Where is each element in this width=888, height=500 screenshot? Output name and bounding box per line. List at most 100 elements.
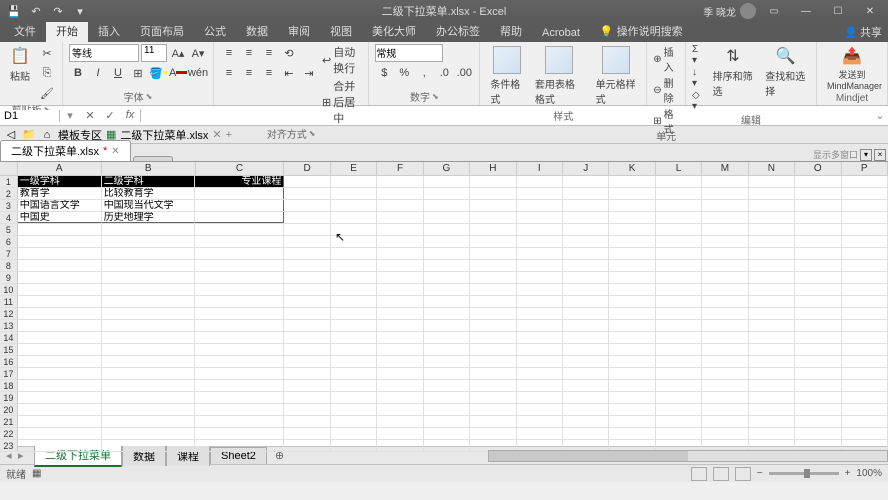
cell[interactable]: [331, 356, 377, 367]
cell[interactable]: [470, 416, 516, 427]
indent-inc-icon[interactable]: ⇥: [300, 64, 318, 82]
row-header[interactable]: 4: [0, 212, 18, 223]
phonetic-icon[interactable]: wén: [189, 64, 207, 82]
cell[interactable]: [563, 416, 609, 427]
cell[interactable]: [795, 368, 841, 379]
view-normal-icon[interactable]: [691, 467, 707, 481]
cell[interactable]: [284, 356, 330, 367]
copy-icon[interactable]: ⎘: [38, 64, 56, 82]
cell[interactable]: [424, 296, 470, 307]
cell[interactable]: [656, 368, 702, 379]
cell[interactable]: [795, 188, 841, 199]
cell[interactable]: [377, 440, 423, 451]
cell[interactable]: [470, 176, 516, 187]
cell[interactable]: [18, 284, 102, 295]
cell[interactable]: [656, 176, 702, 187]
cell[interactable]: [563, 236, 609, 247]
cell[interactable]: [18, 260, 102, 271]
cell[interactable]: [563, 428, 609, 439]
bold-icon[interactable]: B: [69, 64, 87, 82]
cell[interactable]: [795, 392, 841, 403]
cell[interactable]: [18, 248, 102, 259]
inc-decimal-icon[interactable]: .0: [435, 64, 453, 82]
workbook-tab-close-icon[interactable]: ✕: [111, 146, 119, 157]
tab-office[interactable]: 办公标签: [426, 20, 490, 42]
autosum-button[interactable]: Σ ▾: [692, 44, 705, 66]
cell[interactable]: [424, 308, 470, 319]
cell[interactable]: [609, 188, 655, 199]
cell[interactable]: [702, 284, 748, 295]
cell[interactable]: [331, 296, 377, 307]
cell[interactable]: [842, 248, 888, 259]
cell[interactable]: [102, 428, 196, 439]
cell[interactable]: [331, 200, 377, 211]
view-break-icon[interactable]: [735, 467, 751, 481]
cell[interactable]: 历史地理学: [102, 212, 196, 223]
tab-help[interactable]: 帮助: [490, 20, 532, 42]
insert-cells-button[interactable]: ⊕ 插入: [653, 44, 679, 74]
cell[interactable]: [563, 332, 609, 343]
minimize-icon[interactable]: —: [792, 2, 820, 20]
cell[interactable]: [656, 428, 702, 439]
cell[interactable]: [749, 296, 795, 307]
find-select-button[interactable]: 🔍查找和选择: [761, 44, 810, 100]
col-header-m[interactable]: M: [702, 162, 748, 175]
cell[interactable]: 中国现当代文学: [102, 200, 196, 211]
cell[interactable]: [795, 260, 841, 271]
cell[interactable]: [609, 176, 655, 187]
cell[interactable]: [842, 200, 888, 211]
cell[interactable]: [563, 404, 609, 415]
cell[interactable]: [517, 332, 563, 343]
cell[interactable]: [102, 440, 196, 451]
cell[interactable]: [517, 308, 563, 319]
number-launcher[interactable]: ⬊: [432, 92, 439, 101]
cell[interactable]: [470, 380, 516, 391]
cell[interactable]: [331, 272, 377, 283]
cell[interactable]: [702, 212, 748, 223]
dec-decimal-icon[interactable]: .00: [455, 64, 473, 82]
cell[interactable]: [702, 356, 748, 367]
close-icon[interactable]: ✕: [856, 2, 884, 20]
cell[interactable]: [331, 392, 377, 403]
cell[interactable]: [424, 428, 470, 439]
send-mindmanager-button[interactable]: 📤发送到MindManager: [823, 44, 881, 93]
cell[interactable]: [842, 308, 888, 319]
sort-filter-button[interactable]: ⇅排序和筛选: [709, 44, 758, 100]
cell[interactable]: [18, 332, 102, 343]
cell[interactable]: [331, 416, 377, 427]
row-header[interactable]: 11: [0, 296, 18, 307]
status-rec-icon[interactable]: ▦: [32, 468, 41, 479]
cell[interactable]: [470, 296, 516, 307]
align-right-icon[interactable]: ≡: [260, 64, 278, 82]
cell[interactable]: [377, 392, 423, 403]
cell[interactable]: [470, 260, 516, 271]
cell[interactable]: [284, 440, 330, 451]
cell[interactable]: 专业课程: [195, 176, 284, 187]
cell[interactable]: [424, 404, 470, 415]
cell[interactable]: [102, 380, 196, 391]
wrap-text-button[interactable]: ↩ 自动换行: [322, 44, 362, 76]
cell[interactable]: [702, 248, 748, 259]
cell[interactable]: [195, 188, 284, 199]
cell[interactable]: [331, 308, 377, 319]
cell[interactable]: [563, 200, 609, 211]
cell[interactable]: [195, 260, 284, 271]
cell[interactable]: [284, 296, 330, 307]
delete-cells-button[interactable]: ⊖ 删除: [653, 75, 679, 105]
cell[interactable]: [795, 272, 841, 283]
cell[interactable]: [609, 368, 655, 379]
col-header-e[interactable]: E: [331, 162, 377, 175]
cell[interactable]: [517, 320, 563, 331]
row-header[interactable]: 19: [0, 392, 18, 403]
format-painter-icon[interactable]: 🖌: [38, 84, 56, 102]
cell[interactable]: [377, 260, 423, 271]
cell[interactable]: [842, 416, 888, 427]
cell[interactable]: [517, 212, 563, 223]
cell[interactable]: [195, 404, 284, 415]
cell[interactable]: [18, 296, 102, 307]
cell[interactable]: [102, 260, 196, 271]
tab-data[interactable]: 数据: [236, 20, 278, 42]
cell[interactable]: [331, 188, 377, 199]
cell[interactable]: [424, 440, 470, 451]
cell[interactable]: [331, 212, 377, 223]
